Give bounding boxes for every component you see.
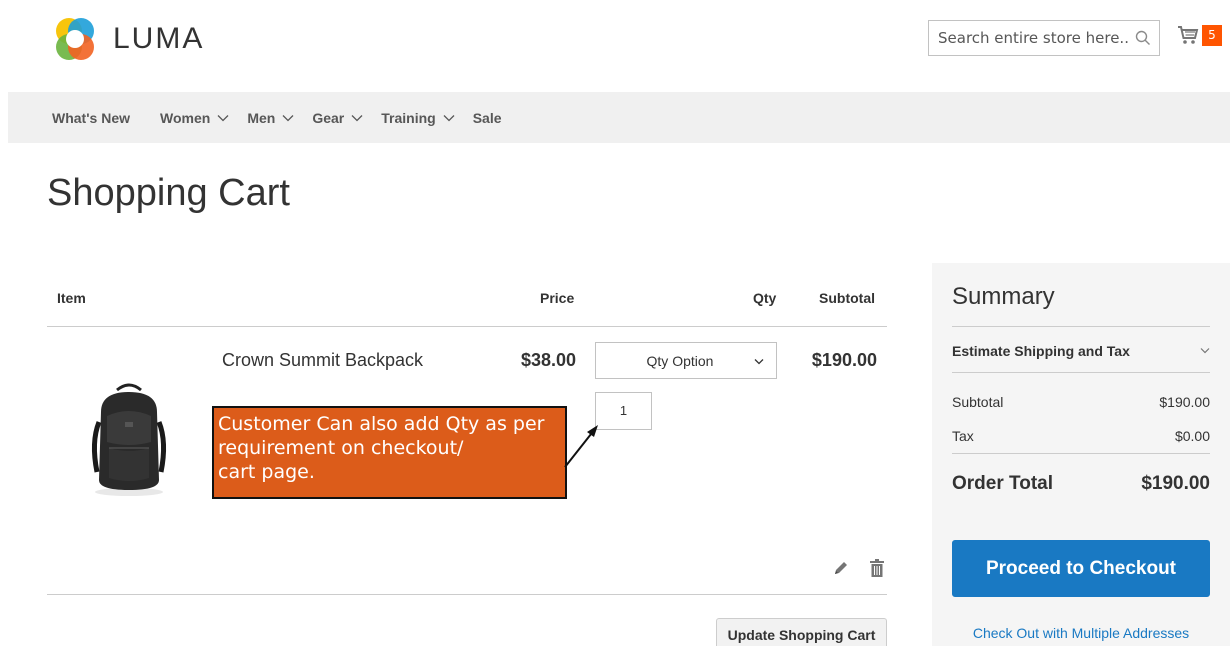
divider (47, 326, 887, 327)
update-shopping-cart-button[interactable]: Update Shopping Cart (716, 618, 887, 646)
trash-icon[interactable] (870, 559, 884, 577)
page-title: Shopping Cart (47, 172, 290, 214)
product-name-link[interactable]: Crown Summit Backpack (222, 350, 423, 371)
edit-icon[interactable] (833, 560, 849, 576)
chevron-down-icon (351, 114, 363, 121)
nav-item-label: Gear (312, 109, 345, 126)
nav-item-label: What's New (52, 109, 131, 126)
chevron-down-icon (754, 359, 764, 365)
subtotal-value: $190.00 (1159, 394, 1210, 410)
annotation-line: cart page. (218, 461, 315, 483)
summary-title: Summary (952, 283, 1055, 310)
cart-icon[interactable] (1177, 24, 1199, 46)
tax-label: Tax (952, 428, 974, 444)
proceed-to-checkout-button[interactable]: Proceed to Checkout (952, 540, 1210, 597)
search-icon[interactable] (1135, 30, 1151, 46)
qty-option-select[interactable]: Qty Option (595, 342, 777, 379)
column-header-item: Item (57, 290, 86, 306)
order-summary: Summary Estimate Shipping and Tax Subtot… (932, 263, 1230, 646)
nav-item-sale[interactable]: Sale (473, 110, 502, 126)
main-navigation: What's New Women Men Gear Training Sale (8, 92, 1230, 143)
annotation-callout: Customer Can also add Qty as per require… (212, 406, 567, 499)
chevron-down-icon (217, 114, 229, 121)
luma-logo-icon[interactable] (52, 16, 98, 62)
column-header-price: Price (540, 290, 575, 306)
tax-value: $0.00 (1174, 428, 1210, 444)
order-total-label: Order Total (952, 473, 1053, 494)
nav-item-training[interactable]: Training (381, 109, 455, 126)
nav-item-whats-new[interactable]: What's New (52, 110, 130, 126)
chevron-down-icon (443, 114, 455, 121)
annotation-line: requirement on checkout/ (218, 437, 464, 459)
nav-item-label: Men (247, 109, 276, 126)
search-box[interactable] (928, 20, 1160, 56)
nav-item-label: Women (160, 109, 211, 126)
qty-option-label: Qty Option (646, 353, 714, 369)
chevron-down-icon (282, 114, 294, 121)
divider (952, 326, 1210, 327)
nav-item-label: Training (381, 109, 436, 126)
estimate-shipping-toggle[interactable]: Estimate Shipping and Tax (952, 343, 1130, 359)
column-header-qty: Qty (753, 290, 777, 306)
annotation-arrow (564, 425, 598, 468)
page-header: LUMA 5 (0, 0, 1230, 92)
product-image-backpack[interactable] (87, 382, 172, 498)
cart-count-badge[interactable]: 5 (1202, 25, 1222, 46)
chevron-down-icon[interactable] (1200, 347, 1210, 354)
subtotal-label: Subtotal (952, 394, 1004, 410)
item-price: $38.00 (521, 350, 577, 370)
divider (952, 372, 1210, 373)
divider (47, 594, 887, 595)
qty-input[interactable]: 1 (595, 392, 652, 430)
item-subtotal: $190.00 (811, 350, 877, 370)
nav-item-label: Sale (472, 109, 502, 126)
nav-item-gear[interactable]: Gear (312, 110, 363, 126)
column-header-subtotal: Subtotal (819, 290, 875, 306)
logo-text[interactable]: LUMA (113, 22, 204, 56)
nav-item-women[interactable]: Women (160, 110, 229, 126)
nav-list: What's New Women Men Gear Training Sale (52, 92, 520, 143)
multi-address-checkout-link[interactable]: Check Out with Multiple Addresses (952, 625, 1210, 641)
nav-item-men[interactable]: Men (247, 110, 294, 126)
divider (952, 453, 1210, 454)
order-total-value: $190.00 (1141, 473, 1210, 494)
search-input[interactable] (929, 21, 1129, 55)
annotation-line: Customer Can also add Qty as per (218, 413, 545, 435)
